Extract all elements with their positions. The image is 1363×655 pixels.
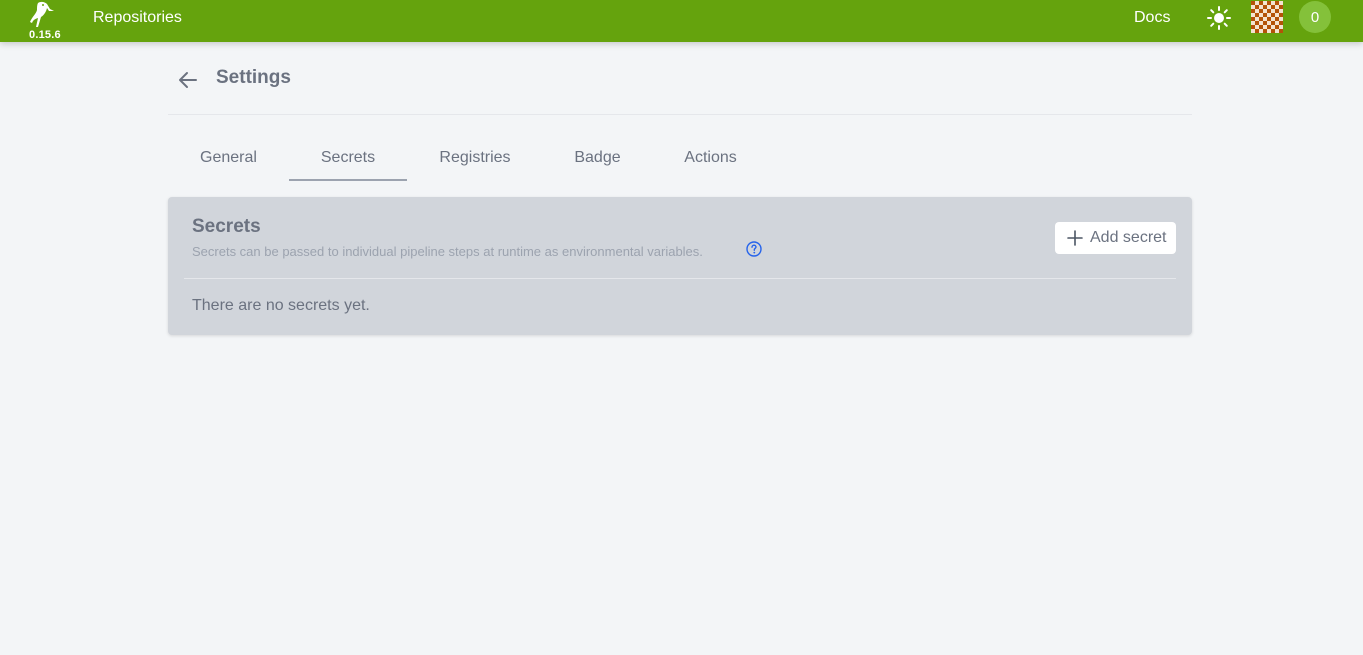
panel-divider	[184, 278, 1176, 279]
tab-general[interactable]: General	[168, 140, 289, 181]
home-logo[interactable]: 0.15.6	[24, 0, 68, 42]
top-navbar: 0.15.6 Repositories Docs 0	[0, 0, 1363, 42]
arrow-left-icon	[179, 72, 197, 88]
panel-title: Secrets	[192, 216, 261, 237]
secrets-panel: Secrets Secrets can be passed to individ…	[168, 197, 1192, 335]
add-secret-button[interactable]: Add secret	[1055, 222, 1176, 254]
nav-repositories-link[interactable]: Repositories	[93, 9, 182, 27]
tab-badge[interactable]: Badge	[544, 140, 651, 181]
empty-secrets-message: There are no secrets yet.	[192, 297, 370, 314]
plus-icon	[1067, 230, 1083, 246]
user-avatar[interactable]	[1251, 1, 1283, 33]
question-circle-icon	[746, 241, 762, 257]
woodpecker-logo-icon	[30, 1, 54, 27]
help-link[interactable]	[746, 241, 762, 257]
panel-description: Secrets can be passed to individual pipe…	[192, 244, 703, 259]
theme-toggle-button[interactable]	[1206, 5, 1232, 31]
notification-count-badge[interactable]: 0	[1299, 1, 1331, 33]
tab-actions[interactable]: Actions	[660, 140, 761, 181]
settings-tabs: General Secrets Registries Badge Actions	[168, 140, 1192, 182]
tab-registries[interactable]: Registries	[418, 140, 532, 181]
back-button[interactable]	[176, 68, 200, 92]
version-label: 0.15.6	[29, 29, 61, 41]
avatar-pattern-icon	[1251, 1, 1283, 33]
tab-secrets[interactable]: Secrets	[289, 140, 407, 181]
sun-icon	[1207, 6, 1231, 30]
nav-docs-link[interactable]: Docs	[1134, 9, 1170, 27]
page-title: Settings	[216, 67, 291, 88]
settings-header: Settings	[168, 62, 1192, 115]
add-secret-label: Add secret	[1090, 229, 1167, 246]
